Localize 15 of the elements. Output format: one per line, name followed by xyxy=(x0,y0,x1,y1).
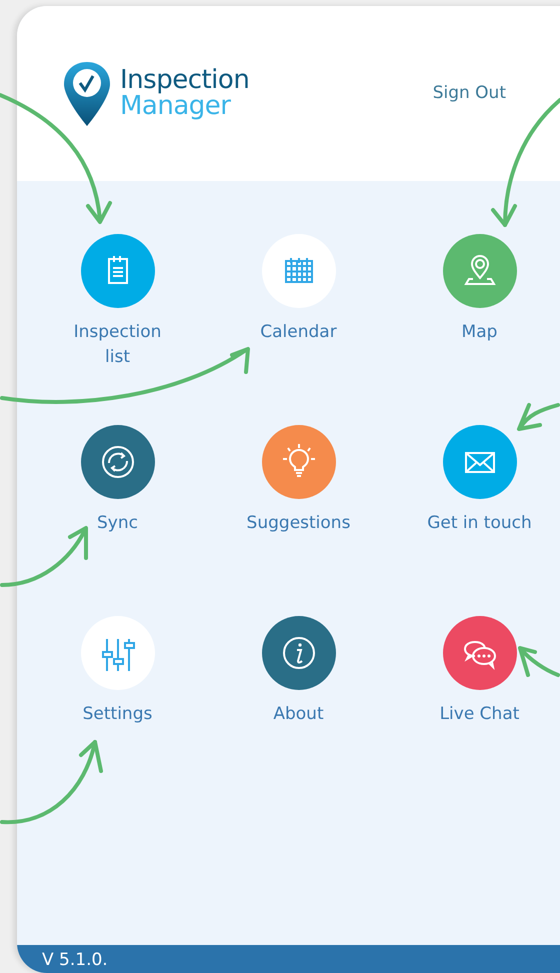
menu-label[interactable]: Calendar xyxy=(260,320,337,345)
menu-label[interactable]: Sync xyxy=(97,511,138,536)
menu-label[interactable]: Map xyxy=(462,320,498,345)
menu-label[interactable]: About xyxy=(273,702,324,727)
menu-label[interactable]: Live Chat xyxy=(440,702,520,727)
logo-text: Inspection xyxy=(120,68,250,94)
logo-text: Manager xyxy=(120,94,231,119)
sign-out-link[interactable]: Sign Out xyxy=(432,80,506,106)
menu-label[interactable]: Settings xyxy=(82,702,152,727)
logo-icon xyxy=(62,60,112,126)
menu-label[interactable]: Inspection list xyxy=(62,320,172,370)
menu-label[interactable]: Suggestions xyxy=(246,511,350,536)
annotation-arrow xyxy=(517,403,560,431)
version-text: V 5.1.0. xyxy=(42,950,108,970)
menu-label[interactable]: Get in touch xyxy=(427,511,532,536)
